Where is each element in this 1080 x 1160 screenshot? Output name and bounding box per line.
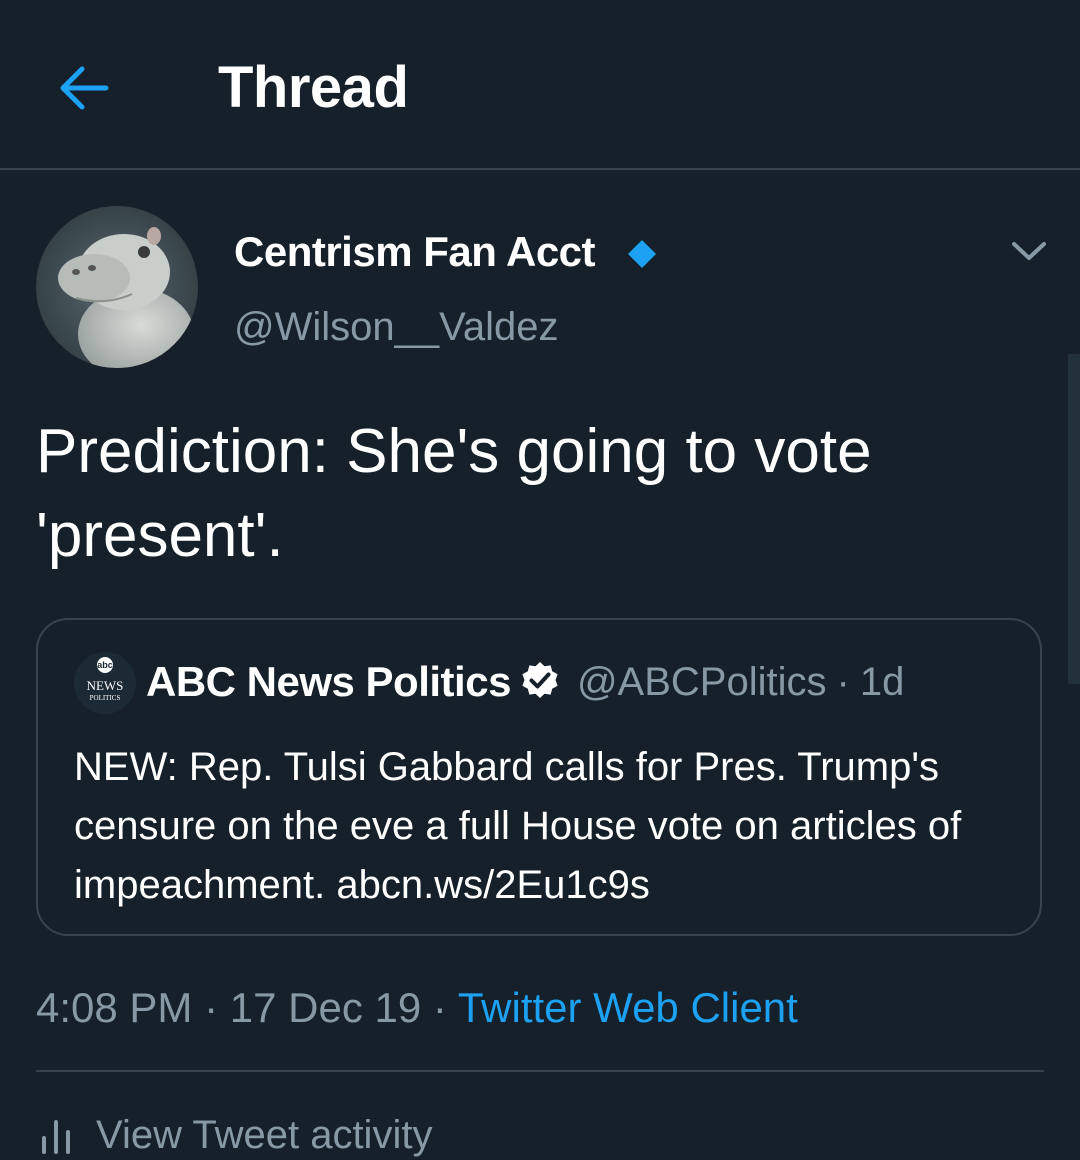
quoted-tweet-header: ABC News Politics @ABCPolitics · 1d [146,656,904,708]
tweet-text: Prediction: She's going to vote 'present… [36,417,872,570]
avatar[interactable] [36,206,198,368]
quoted-handle: @ABCPolitics [576,660,827,704]
tweet-metadata: 4:08 PM · 17 Dec 19 · Twitter Web Client [36,982,798,1034]
chevron-down-icon [1012,242,1046,260]
view-activity-label: View Tweet activity [96,1113,433,1157]
arrow-left-icon [60,66,109,110]
quoted-timestamp: 1d [859,660,905,704]
thread-header: Thread [0,0,1080,170]
page-title: Thread [218,55,409,120]
display-name[interactable]: Centrism Fan Acct [234,226,596,278]
tweet-menu-button[interactable] [1004,230,1054,272]
scrollbar[interactable] [1068,354,1080,684]
abc-news-politics-logo: abc NEWS POLITICS [74,652,136,714]
svg-text:POLITICS: POLITICS [90,694,121,702]
separator-dot: · [204,984,219,1031]
view-activity-link[interactable]: View Tweet activity [36,1110,432,1160]
separator-dot: · [836,660,850,704]
tweet-date: 17 Dec 19 [229,984,422,1031]
back-button[interactable] [52,60,116,116]
quoted-display-name: ABC News Politics [146,658,511,705]
svg-text:abc: abc [97,660,113,670]
blue-diamond-icon [628,240,656,268]
svg-text:NEWS: NEWS [87,678,124,693]
user-handle[interactable]: @Wilson__Valdez [234,302,558,352]
quoted-tweet[interactable]: abc NEWS POLITICS ABC News Politics @ABC… [36,618,1042,936]
verified-badge-icon [522,662,558,698]
quoted-tweet-text: NEW: Rep. Tulsi Gabbard calls for Pres. … [74,745,962,907]
divider [36,1070,1044,1072]
tweet-time: 4:08 PM [36,984,193,1031]
hippo-avatar-image [36,206,198,368]
separator-dot: · [432,984,447,1031]
source-link[interactable]: Twitter Web Client [458,984,798,1031]
bar-chart-icon [42,1120,70,1154]
